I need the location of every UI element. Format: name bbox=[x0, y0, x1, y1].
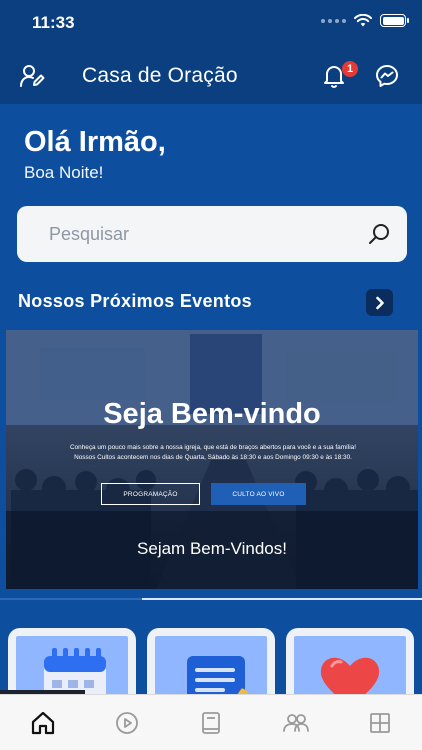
events-section-title: Nossos Próximos Eventos bbox=[18, 291, 252, 311]
greeting-title: Olá Irmão, bbox=[24, 126, 166, 158]
banner-caption-bar: Sejam Bem-Vindos! bbox=[6, 511, 418, 589]
carousel-indicator bbox=[142, 598, 422, 600]
home-icon bbox=[31, 711, 55, 735]
live-service-button[interactable]: CULTO AO VIVO bbox=[211, 483, 306, 505]
wifi-icon bbox=[354, 14, 372, 27]
chevron-right-icon bbox=[375, 296, 384, 309]
tab-community[interactable] bbox=[280, 707, 312, 739]
greeting-subtitle: Boa Noite! bbox=[24, 163, 104, 182]
tab-bible[interactable] bbox=[195, 707, 227, 739]
event-banner[interactable]: Seja Bem-vindo Conheça um pouco mais sob… bbox=[6, 330, 418, 589]
status-time: 11:33 bbox=[32, 13, 75, 32]
tab-more[interactable] bbox=[364, 707, 396, 739]
profile-edit-icon[interactable] bbox=[18, 62, 46, 90]
battery-icon bbox=[380, 14, 409, 27]
people-icon bbox=[283, 714, 309, 732]
play-icon bbox=[116, 712, 138, 734]
messenger-icon[interactable] bbox=[373, 62, 401, 90]
search-input[interactable] bbox=[49, 206, 349, 262]
app-header: Casa de Oração bbox=[0, 50, 422, 102]
tab-videos[interactable] bbox=[111, 707, 143, 739]
tab-home[interactable] bbox=[27, 707, 59, 739]
program-button[interactable]: PROGRAMAÇÃO bbox=[101, 483, 200, 505]
search-bar[interactable] bbox=[17, 206, 407, 262]
book-icon bbox=[202, 712, 220, 734]
banner-description: Conheça um pouco mais sobre a nossa igre… bbox=[70, 444, 356, 461]
app-title: Casa de Oração bbox=[82, 64, 238, 87]
grid-icon bbox=[370, 713, 390, 733]
events-next-button[interactable] bbox=[366, 289, 393, 316]
status-bar: 11:33 bbox=[0, 0, 422, 46]
status-icons bbox=[321, 14, 409, 27]
banner-caption: Sejam Bem-Vindos! bbox=[137, 539, 287, 558]
search-icon[interactable] bbox=[367, 222, 391, 246]
notification-badge: 1 bbox=[342, 61, 358, 77]
banner-heading: Seja Bem-vindo bbox=[103, 398, 321, 430]
signal-icon bbox=[321, 18, 346, 23]
tab-bar bbox=[0, 694, 422, 750]
